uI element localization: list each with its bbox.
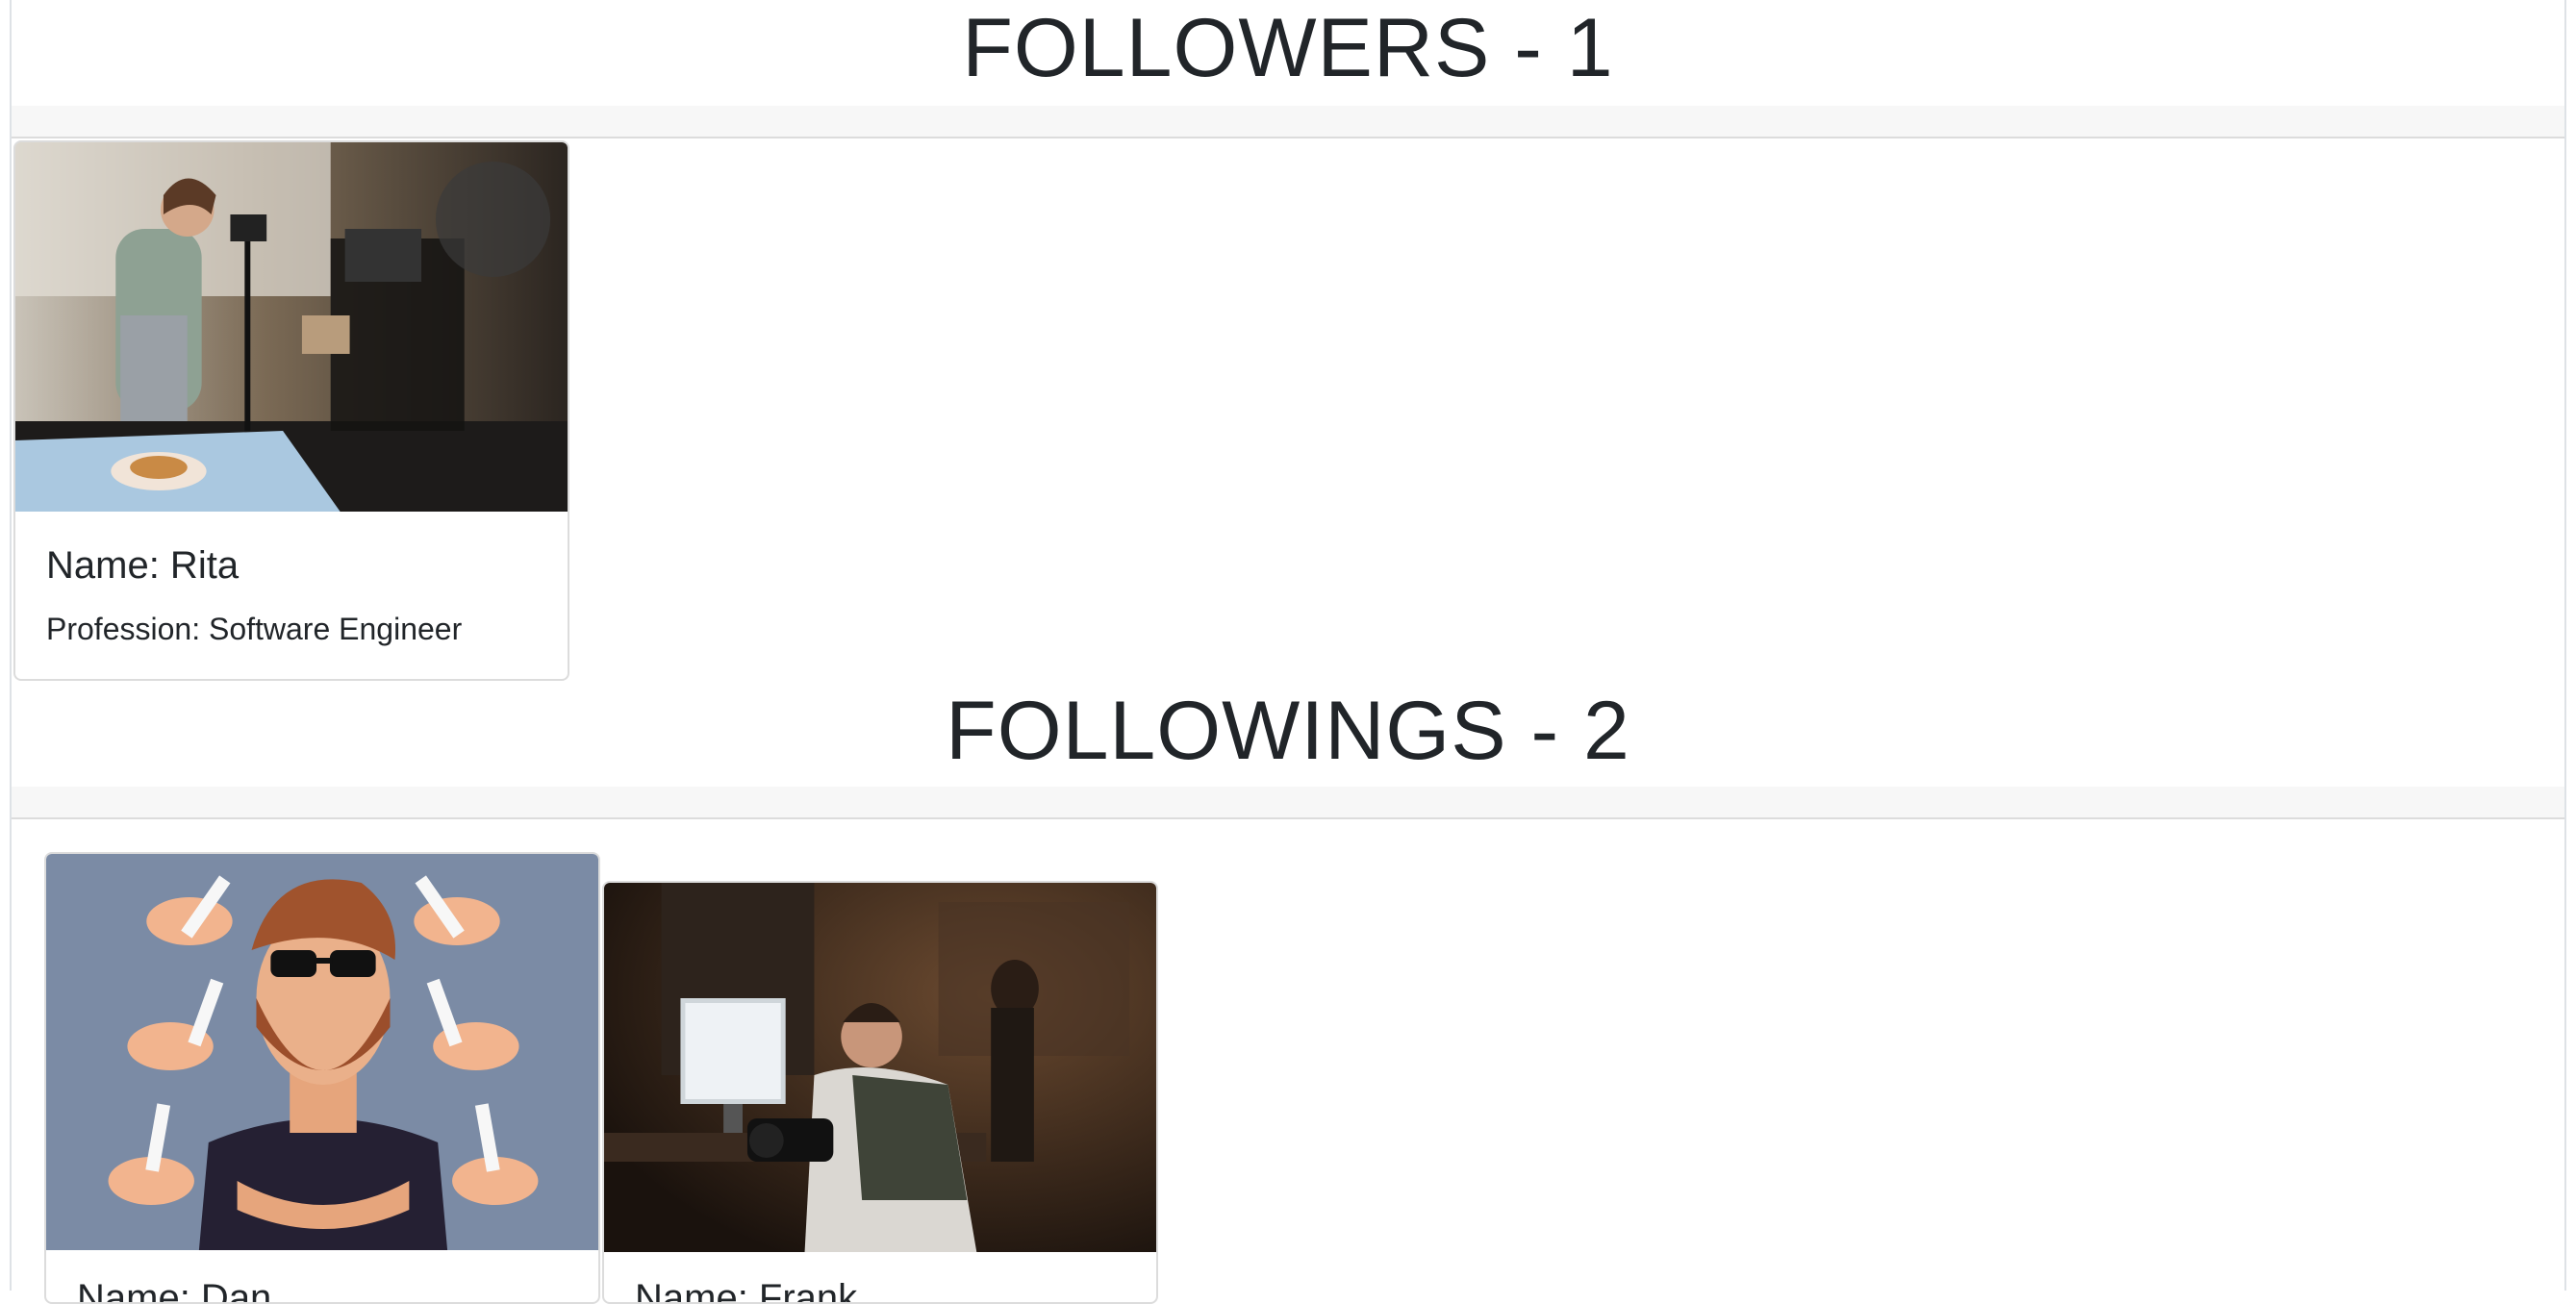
follower-card[interactable]: Name: Rita Profession: Software Engineer (13, 140, 569, 681)
followings-title: FOLLOWINGS - 2 (946, 685, 1630, 777)
followers-header: FOLLOWERS - 1 (12, 0, 2564, 138)
follower-name: Name: Rita (46, 544, 240, 587)
followings-divider (12, 787, 2564, 819)
followers-divider (12, 106, 2564, 138)
photographer-kitchen-photo (15, 142, 568, 512)
following-name: Name: Dan (77, 1277, 272, 1304)
photographer-editing-photo (604, 883, 1156, 1252)
bearded-man-cartoon-photo (46, 854, 598, 1250)
following-card[interactable]: Name: Frank (602, 881, 1158, 1304)
following-card[interactable]: Name: Dan (44, 852, 600, 1304)
follower-profession: Profession: Software Engineer (46, 612, 463, 646)
followings-header: FOLLOWINGS - 2 (12, 683, 2564, 821)
following-name: Name: Frank (635, 1277, 858, 1304)
followers-title: FOLLOWERS - 1 (962, 2, 1614, 94)
profile-connections-page: FOLLOWERS - 1 Name: Rita Profession: Sof… (10, 0, 2566, 1304)
